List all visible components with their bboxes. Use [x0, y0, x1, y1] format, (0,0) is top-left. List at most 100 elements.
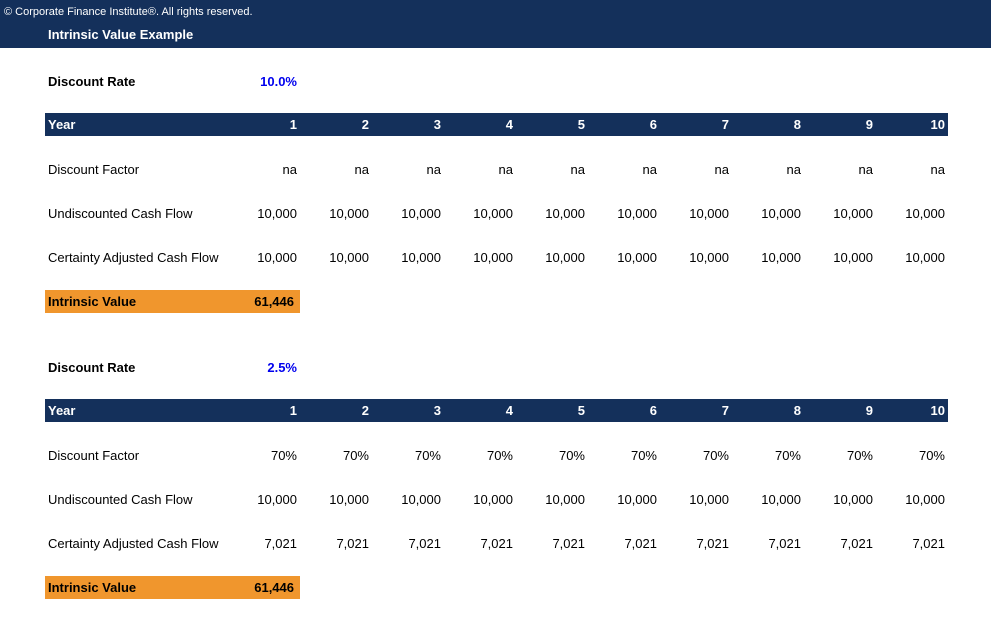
row-label: Discount Factor	[48, 448, 140, 463]
table-cell[interactable]: 10,000	[669, 250, 729, 265]
table-cell[interactable]: 10,000	[525, 492, 585, 507]
table-cell[interactable]: 10,000	[885, 206, 945, 221]
year-header-cell: 9	[865, 117, 873, 132]
year-header-cell: 8	[793, 117, 801, 132]
table-cell[interactable]: na	[237, 162, 297, 177]
table-cell[interactable]: 10,000	[453, 492, 513, 507]
table-cell[interactable]: 70%	[525, 448, 585, 463]
year-header-cell: 3	[433, 403, 441, 418]
table-cell[interactable]: na	[885, 162, 945, 177]
table-cell[interactable]: 70%	[453, 448, 513, 463]
year-header-cell: 7	[721, 117, 729, 132]
table-cell[interactable]: 10,000	[741, 250, 801, 265]
table-cell[interactable]: 70%	[813, 448, 873, 463]
discount-rate-label: Discount Rate	[48, 360, 136, 375]
table-cell[interactable]: 70%	[669, 448, 729, 463]
table-cell[interactable]: 10,000	[741, 492, 801, 507]
year-header-cell: 10	[930, 403, 945, 418]
table-cell[interactable]: 70%	[237, 448, 297, 463]
year-header-cell: 1	[289, 403, 297, 418]
header-banner: © Corporate Finance Institute®. All righ…	[0, 0, 991, 48]
table-cell[interactable]: 10,000	[813, 492, 873, 507]
table-cell[interactable]: 10,000	[453, 206, 513, 221]
table-cell[interactable]: na	[525, 162, 585, 177]
year-header-cell: 6	[649, 117, 657, 132]
year-header-cell: 4	[505, 117, 513, 132]
table-cell[interactable]: 7,021	[597, 536, 657, 551]
table-cell[interactable]: 10,000	[597, 492, 657, 507]
table-cell[interactable]: 10,000	[453, 250, 513, 265]
table-cell[interactable]: 10,000	[309, 250, 369, 265]
year-header-cell: 5	[577, 403, 585, 418]
table-cell[interactable]: 10,000	[309, 206, 369, 221]
table-cell[interactable]: 10,000	[237, 492, 297, 507]
year-header-row: Year 1 2 3 4 5 6 7 8 9 10	[45, 399, 948, 422]
table-cell[interactable]: 70%	[885, 448, 945, 463]
table-cell[interactable]: na	[309, 162, 369, 177]
row-label: Certainty Adjusted Cash Flow	[48, 250, 219, 265]
table-cell[interactable]: 10,000	[669, 206, 729, 221]
table-cell[interactable]: 10,000	[597, 250, 657, 265]
table-cell[interactable]: na	[381, 162, 441, 177]
table-cell[interactable]: 70%	[309, 448, 369, 463]
table-cell[interactable]: 10,000	[813, 206, 873, 221]
row-label: Undiscounted Cash Flow	[48, 206, 193, 221]
table-cell[interactable]: 7,021	[669, 536, 729, 551]
table-cell[interactable]: 10,000	[525, 250, 585, 265]
row-label: Discount Factor	[48, 162, 140, 177]
table-cell[interactable]: 10,000	[597, 206, 657, 221]
year-header-cell: 3	[433, 117, 441, 132]
table-cell[interactable]: 7,021	[741, 536, 801, 551]
year-header-cell: 7	[721, 403, 729, 418]
year-header-label: Year	[48, 403, 76, 418]
row-label: Undiscounted Cash Flow	[48, 492, 193, 507]
table-cell[interactable]: 10,000	[741, 206, 801, 221]
table-cell[interactable]: 10,000	[885, 250, 945, 265]
table-cell[interactable]: 10,000	[525, 206, 585, 221]
table-cell[interactable]: 10,000	[885, 492, 945, 507]
table-cell[interactable]: 7,021	[885, 536, 945, 551]
table-cell[interactable]: 10,000	[381, 206, 441, 221]
page-title: Intrinsic Value Example	[48, 27, 194, 42]
year-header-cell: 2	[361, 403, 369, 418]
year-header-cell: 4	[505, 403, 513, 418]
table-cell[interactable]: 10,000	[237, 206, 297, 221]
table-cell[interactable]: 7,021	[381, 536, 441, 551]
table-cell[interactable]: 70%	[597, 448, 657, 463]
year-header-cell: 9	[865, 403, 873, 418]
copyright-notice: © Corporate Finance Institute®. All righ…	[4, 6, 253, 18]
year-header-cell: 8	[793, 403, 801, 418]
table-cell[interactable]: 10,000	[237, 250, 297, 265]
intrinsic-value-output[interactable]: 61,446	[254, 294, 294, 309]
table-cell[interactable]: na	[669, 162, 729, 177]
discount-rate-input[interactable]: 2.5%	[240, 360, 297, 375]
table-cell[interactable]: 70%	[381, 448, 441, 463]
intrinsic-value-label: Intrinsic Value	[48, 294, 137, 309]
table-cell[interactable]: 7,021	[813, 536, 873, 551]
year-header-cell: 10	[930, 117, 945, 132]
table-cell[interactable]: 7,021	[237, 536, 297, 551]
table-cell[interactable]: na	[813, 162, 873, 177]
table-cell[interactable]: na	[741, 162, 801, 177]
intrinsic-value-row: Intrinsic Value 61,446	[45, 290, 300, 313]
table-cell[interactable]: 10,000	[309, 492, 369, 507]
table-cell[interactable]: 7,021	[525, 536, 585, 551]
discount-rate-label: Discount Rate	[48, 74, 136, 89]
table-cell[interactable]: 70%	[741, 448, 801, 463]
table-cell[interactable]: 7,021	[453, 536, 513, 551]
year-header-row: Year 1 2 3 4 5 6 7 8 9 10	[45, 113, 948, 136]
table-cell[interactable]: 10,000	[813, 250, 873, 265]
year-header-cell: 1	[289, 117, 297, 132]
intrinsic-value-row: Intrinsic Value 61,446	[45, 576, 300, 599]
table-cell[interactable]: 10,000	[669, 492, 729, 507]
year-header-cell: 6	[649, 403, 657, 418]
year-header-label: Year	[48, 117, 76, 132]
discount-rate-input[interactable]: 10.0%	[240, 74, 297, 89]
table-cell[interactable]: 10,000	[381, 492, 441, 507]
table-cell[interactable]: na	[597, 162, 657, 177]
table-cell[interactable]: 10,000	[381, 250, 441, 265]
table-cell[interactable]: na	[453, 162, 513, 177]
row-label: Certainty Adjusted Cash Flow	[48, 536, 219, 551]
table-cell[interactable]: 7,021	[309, 536, 369, 551]
intrinsic-value-output[interactable]: 61,446	[254, 580, 294, 595]
